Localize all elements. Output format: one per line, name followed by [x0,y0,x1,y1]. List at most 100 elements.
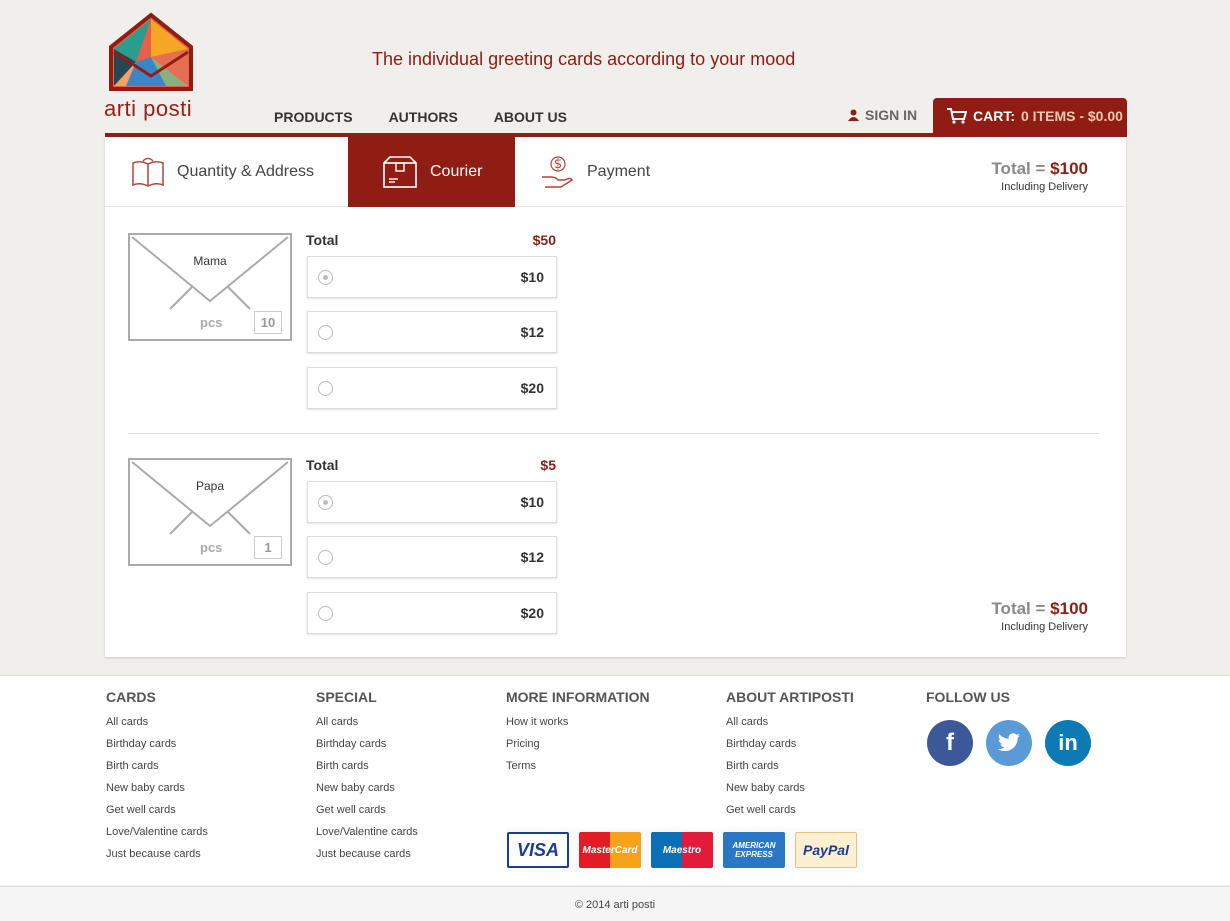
radio-button[interactable] [318,325,333,340]
nav-authors[interactable]: AUTHORS [389,109,458,125]
courier-option[interactable]: $10 [307,256,557,298]
radio-button[interactable] [318,606,333,621]
footer-cards: CARDS All cards Birthday cards Birth car… [106,689,208,870]
order-total-top: Total = $100 Including Delivery [991,159,1088,193]
maestro-icon: Maestro [651,832,713,868]
courier-option[interactable]: $20 [307,367,557,409]
nav-about-us[interactable]: ABOUT US [494,109,567,125]
main-nav: PRODUCTS AUTHORS ABOUT US [274,109,567,125]
quantity-field[interactable]: 1 [254,536,282,559]
step-label: Quantity & Address [177,163,314,180]
facebook-icon[interactable]: f [927,720,973,766]
footer-heading: SPECIAL [316,689,377,705]
courier-price: $12 [520,324,544,340]
courier-price: $20 [520,380,544,396]
logo-icon[interactable] [104,12,198,92]
footer-link[interactable]: Birthday cards [106,738,208,760]
envelope-card[interactable]: Papa pcs 1 [128,458,292,566]
footer-link[interactable]: Get well cards [316,804,418,826]
checkout-panel: Quantity & Address Courier $ Payment Tot… [105,137,1126,657]
twitter-icon[interactable] [986,720,1032,766]
courier-price: $10 [520,494,544,510]
footer-link[interactable]: New baby cards [726,782,854,804]
total-label: Total = [991,599,1051,618]
footer-link[interactable]: Just because cards [316,848,418,870]
footer-link[interactable]: Birth cards [106,760,208,782]
footer-link[interactable]: All cards [316,716,418,738]
footer-link[interactable]: Birthday cards [726,738,854,760]
footer-link[interactable]: Love/Valentine cards [106,826,208,848]
brand-name[interactable]: arti posti [104,96,192,122]
radio-button[interactable] [318,270,333,285]
footer-link[interactable]: New baby cards [106,782,208,804]
site-footer: CARDS All cards Birthday cards Birth car… [0,675,1230,885]
sign-in-label: SIGN IN [865,107,918,123]
courier-option[interactable]: $10 [307,481,557,523]
courier-total-value: $5 [540,457,556,473]
pcs-label: pcs [200,540,223,555]
courier-option[interactable]: $12 [307,311,557,353]
tagline: The individual greeting cards according … [372,49,796,69]
site-header: arti posti The individual greeting cards… [0,0,1230,137]
amex-icon: AMERICAN EXPRESS [723,832,785,868]
mastercard-icon: MasterCard [579,832,641,868]
courier-option[interactable]: $12 [307,536,557,578]
total-value: $100 [1050,159,1088,178]
payment-methods: VISA MasterCard Maestro AMERICAN EXPRESS… [506,828,864,872]
footer-link[interactable]: Just because cards [106,848,208,870]
footer-link[interactable]: All cards [106,716,208,738]
total-value: $100 [1050,599,1088,618]
footer-follow: FOLLOW US [926,689,1010,716]
envelope-card[interactable]: Mama pcs 10 [128,233,292,341]
cart-label: CART: [973,108,1015,124]
step-label: Courier [430,163,483,180]
radio-button[interactable] [318,550,333,565]
footer-more-information: MORE INFORMATION How it works Pricing Te… [506,689,650,782]
footer-heading: ABOUT ARTIPOSTI [726,689,854,705]
step-quantity-address[interactable]: Quantity & Address [131,137,314,207]
cart-icon [947,108,967,124]
footer-heading: FOLLOW US [926,689,1010,705]
radio-button[interactable] [318,381,333,396]
total-label: Total = [991,159,1051,178]
delivery-note: Including Delivery [1001,181,1088,193]
footer-link[interactable]: New baby cards [316,782,418,804]
book-icon [132,157,164,187]
nav-products[interactable]: PRODUCTS [274,109,353,125]
footer-link[interactable]: Love/Valentine cards [316,826,418,848]
footer-link[interactable]: Pricing [506,738,650,760]
copyright: © 2014 arti posti [0,886,1230,921]
recipient-name: Mama [193,254,227,268]
footer-about: ABOUT ARTIPOSTI All cards Birthday cards… [726,689,854,826]
pcs-label: pcs [200,315,223,330]
footer-link[interactable]: Get well cards [106,804,208,826]
footer-link[interactable]: Birthday cards [316,738,418,760]
footer-heading: CARDS [106,689,156,705]
delivery-note: Including Delivery [1001,621,1088,633]
footer-link[interactable]: Birth cards [726,760,854,782]
step-payment[interactable]: $ Payment [541,137,650,207]
footer-link[interactable]: Birth cards [316,760,418,782]
footer-link[interactable]: How it works [506,716,650,738]
courier-total-row: Total $5 [306,457,556,473]
recipient-name: Papa [195,479,225,493]
footer-link[interactable]: Get well cards [726,804,854,826]
courier-option[interactable]: $20 [307,592,557,634]
step-courier[interactable]: Courier [348,137,515,207]
linkedin-icon[interactable]: in [1045,720,1091,766]
user-icon [848,109,859,121]
social-links: f in [927,720,1091,766]
cart-button[interactable]: CART: 0 ITEMS - $0.00 [933,98,1127,134]
sign-in-link[interactable]: SIGN IN [848,107,917,123]
courier-total-label: Total [306,232,339,248]
courier-total-value: $50 [532,232,556,248]
visa-icon: VISA [507,832,569,868]
footer-link[interactable]: All cards [726,716,854,738]
courier-price: $10 [520,269,544,285]
radio-button[interactable] [318,495,333,510]
quantity-field[interactable]: 10 [254,311,282,334]
footer-link[interactable]: Terms [506,760,650,782]
footer-heading: MORE INFORMATION [506,689,650,705]
cart-summary: 0 ITEMS - $0.00 [1021,108,1123,124]
step-label: Payment [587,163,651,180]
